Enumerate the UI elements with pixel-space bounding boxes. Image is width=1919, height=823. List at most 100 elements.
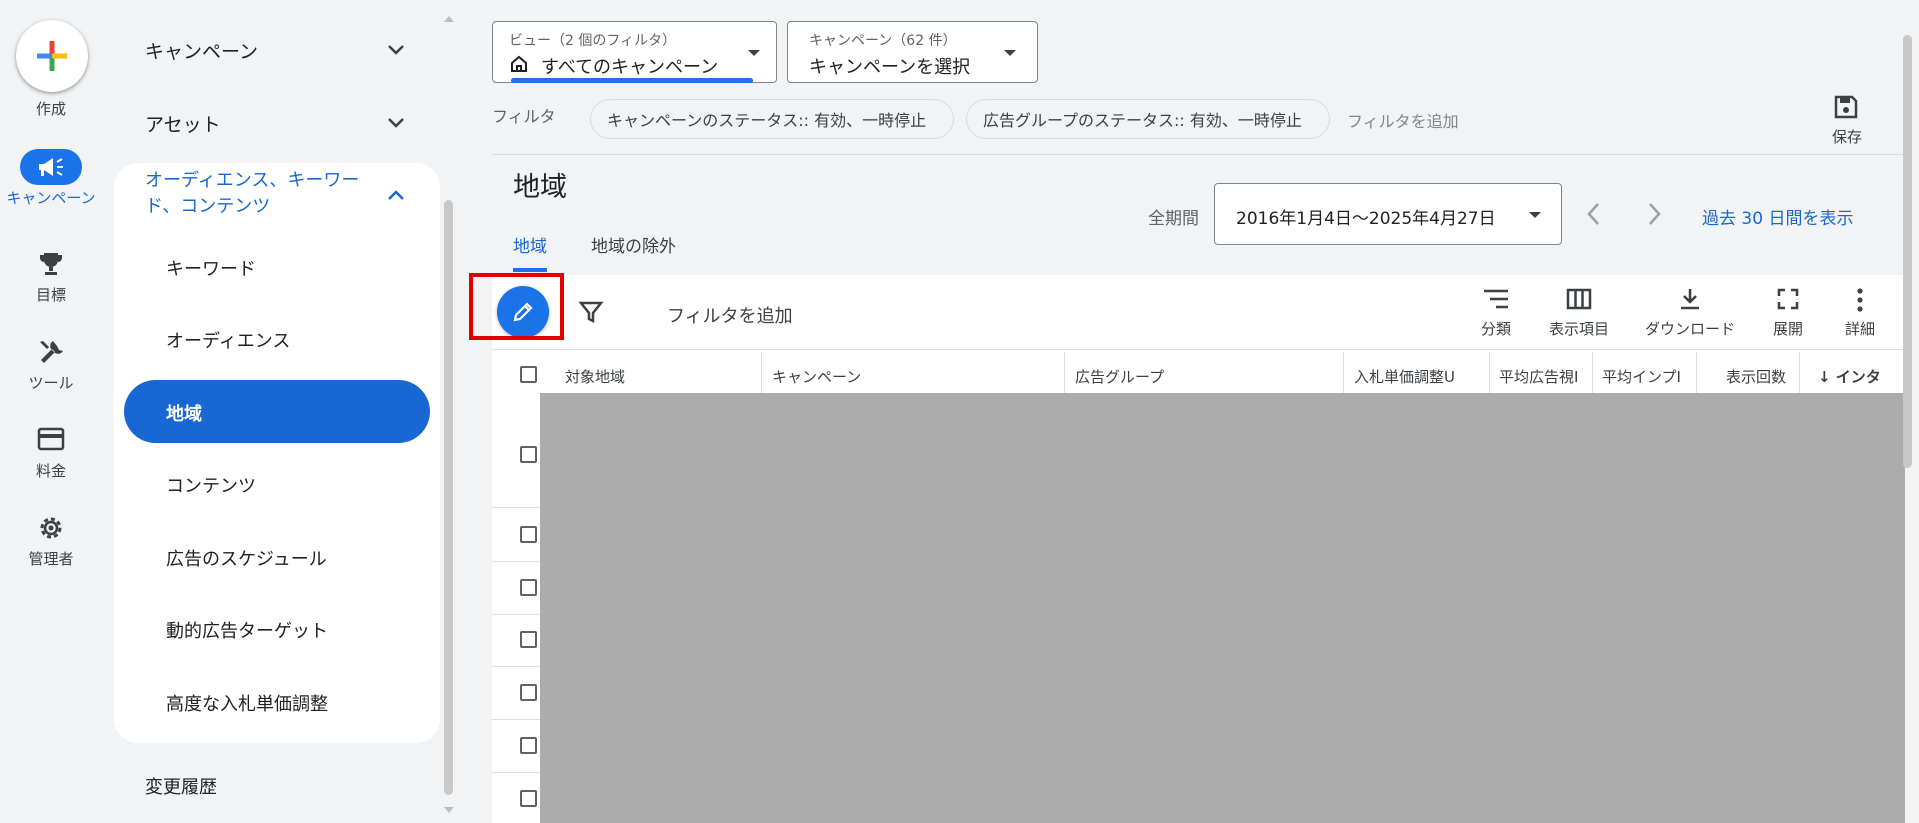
view-dropdown-label: ビュー（2 個のフィルタ） — [509, 33, 677, 49]
col-separator — [1799, 352, 1800, 398]
nav-scrollbar[interactable] — [444, 200, 453, 795]
add-filter-link[interactable]: フィルタを追加 — [1347, 108, 1459, 132]
rail-label-goals[interactable]: 目標 — [0, 284, 102, 305]
view-dropdown-underline — [511, 78, 753, 83]
dropdown-arrow-icon — [748, 50, 760, 56]
chevron-down-icon[interactable] — [384, 38, 408, 62]
col-header-impressions[interactable]: 表示回数 — [1726, 366, 1786, 387]
col-header-interactions[interactable]: ↓ インタ — [1818, 366, 1903, 387]
expand-label[interactable]: 展開 — [1763, 318, 1813, 339]
download-label[interactable]: ダウンロード — [1600, 318, 1780, 339]
more-vert-icon[interactable] — [1850, 287, 1870, 313]
col-header-adgroup[interactable]: 広告グループ — [1075, 366, 1164, 387]
nav-item-locations[interactable]: 地域 — [166, 400, 202, 426]
nav-audiences-header[interactable]: オーディエンス、キーワー ド、コンテンツ — [145, 168, 359, 220]
filter-label: フィルタ — [492, 107, 556, 126]
row-checkbox[interactable] — [520, 737, 537, 754]
filter-chip-adgroup-status[interactable]: 広告グループのステータス:: 有効、一時停止 — [966, 99, 1330, 139]
nav-item-content[interactable]: コンテンツ — [166, 472, 256, 498]
row-divider — [492, 719, 540, 720]
nav-audiences-line2: ド、コンテンツ — [145, 196, 271, 217]
rail-item-campaigns[interactable] — [20, 149, 82, 185]
row-checkbox[interactable] — [520, 684, 537, 701]
columns-icon[interactable] — [1566, 287, 1592, 311]
nav-item-keywords[interactable]: キーワード — [166, 255, 256, 281]
row-divider — [492, 614, 540, 615]
col-separator — [1489, 352, 1490, 398]
tab-locations[interactable]: 地域 — [513, 232, 547, 257]
nav-audiences-line1: オーディエンス、キーワー — [145, 170, 360, 191]
rail-label-billing[interactable]: 料金 — [0, 460, 102, 481]
rail-label-tools[interactable]: ツール — [0, 372, 102, 393]
nav-change-history[interactable]: 変更履歴 — [145, 773, 217, 799]
nav-assets[interactable]: アセット — [145, 110, 221, 137]
row-checkbox[interactable] — [520, 790, 537, 807]
col-header-bid-adj[interactable]: 入札単価調整U — [1354, 366, 1482, 387]
nav-item-ad-schedule[interactable]: 広告のスケジュール — [166, 545, 327, 571]
credit-card-icon[interactable] — [0, 427, 102, 451]
view-dropdown-value: すべてのキャンペーン — [541, 57, 719, 78]
tab-location-exclusions[interactable]: 地域の除外 — [591, 232, 676, 257]
gear-icon[interactable] — [0, 514, 102, 542]
select-all-checkbox[interactable] — [520, 366, 537, 383]
divider — [492, 154, 1903, 155]
row-checkbox[interactable] — [520, 631, 537, 648]
highlight-box — [469, 273, 564, 340]
home-icon — [511, 55, 527, 72]
row-checkbox[interactable] — [520, 446, 537, 463]
toolbar-add-filter[interactable]: フィルタを追加 — [667, 302, 793, 328]
nav-audiences-section — [114, 163, 440, 743]
create-button[interactable] — [16, 20, 88, 92]
campaign-dropdown-label: キャンペーン（62 件） — [809, 33, 957, 49]
col-separator — [1696, 352, 1697, 398]
megaphone-icon — [39, 158, 63, 176]
chevron-down-icon[interactable] — [384, 111, 408, 135]
save-icon[interactable] — [1833, 94, 1859, 120]
campaign-dropdown[interactable]: キャンペーン（62 件） キャンペーンを選択 — [787, 21, 1038, 83]
col-separator — [1592, 352, 1593, 398]
col-header-avg-impr[interactable]: 平均インプI — [1602, 366, 1686, 387]
main-scrollbar[interactable] — [1903, 35, 1912, 468]
nav-campaigns[interactable]: キャンペーン — [145, 37, 258, 64]
nav-item-advanced-bid-adj[interactable]: 高度な入札単価調整 — [166, 690, 328, 716]
row-divider — [492, 507, 540, 508]
nav-item-dynamic-ad-targets[interactable]: 動的広告ターゲット — [166, 617, 328, 643]
campaign-dropdown-value: キャンペーンを選択 — [809, 57, 971, 78]
period-label: 全期間 — [1148, 209, 1199, 229]
create-label: 作成 — [35, 100, 66, 118]
view-dropdown[interactable]: ビュー（2 個のフィルタ） すべてのキャンペーン — [492, 21, 777, 83]
date-range-picker[interactable]: 2016年1月4日～2025年4月27日 — [1214, 183, 1562, 245]
dropdown-arrow-icon — [1004, 50, 1016, 56]
rail-label-admin[interactable]: 管理者 — [0, 548, 102, 569]
show-last-30-days-link[interactable]: 過去 30 日間を表示 — [1702, 204, 1853, 229]
col-header-campaign[interactable]: キャンペーン — [772, 366, 861, 387]
trophy-icon[interactable] — [0, 250, 102, 278]
chevron-left-icon[interactable] — [1584, 201, 1604, 227]
col-header-avg-viewable[interactable]: 平均広告視I — [1499, 366, 1583, 387]
download-icon[interactable] — [1677, 286, 1703, 312]
dropdown-arrow-icon — [1529, 212, 1541, 218]
row-checkbox[interactable] — [520, 579, 537, 596]
tab-active-indicator — [513, 268, 547, 272]
tools-icon[interactable] — [0, 338, 102, 366]
date-range-text: 2016年1月4日～2025年4月27日 — [1236, 209, 1496, 229]
rail-label-campaigns[interactable]: キャンペーン — [0, 189, 102, 207]
fullscreen-icon[interactable] — [1776, 287, 1800, 311]
chevron-right-icon[interactable] — [1644, 201, 1664, 227]
row-divider — [492, 772, 540, 773]
segment-icon[interactable] — [1482, 287, 1510, 311]
save-label[interactable]: 保存 — [1832, 126, 1862, 147]
col-separator — [1343, 352, 1344, 398]
col-header-location[interactable]: 対象地域 — [565, 366, 625, 387]
scroll-down-arrow-icon[interactable] — [444, 805, 454, 815]
chevron-up-icon[interactable] — [384, 183, 408, 207]
more-label[interactable]: 詳細 — [1835, 318, 1885, 339]
segment-label[interactable]: 分類 — [1468, 318, 1524, 339]
nav-item-audiences[interactable]: オーディエンス — [166, 327, 290, 353]
redacted-table-content — [540, 393, 1905, 823]
page-title: 地域 — [513, 172, 567, 203]
filter-icon[interactable] — [578, 299, 604, 325]
filter-chip-campaign-status[interactable]: キャンペーンのステータス:: 有効、一時停止 — [590, 99, 954, 139]
row-checkbox[interactable] — [520, 526, 537, 543]
scroll-up-arrow-icon[interactable] — [444, 14, 454, 24]
